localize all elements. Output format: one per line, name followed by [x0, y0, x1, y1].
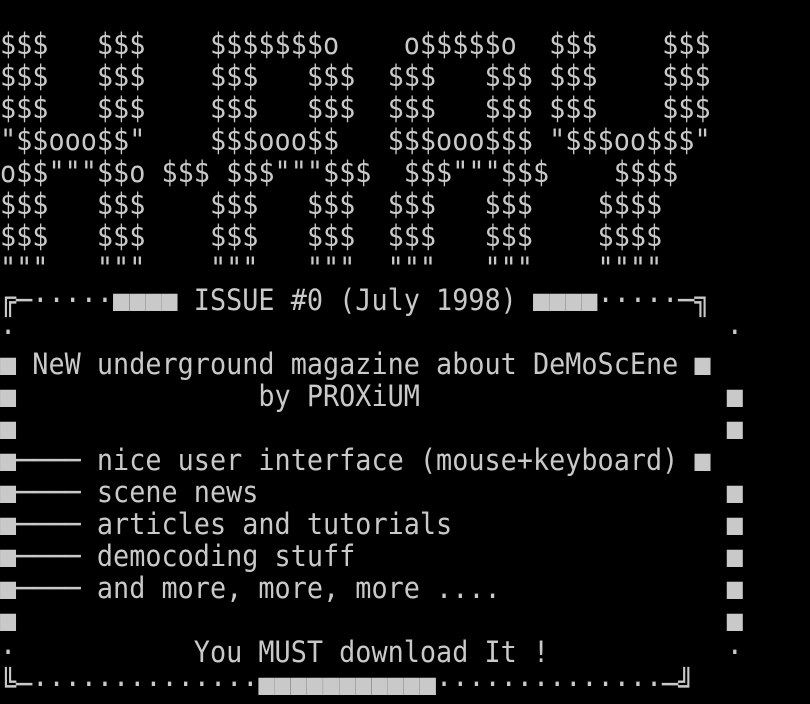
banner-line: $$$ $$$ $$$ $$$ $$$ $$$ $$$ $$$	[0, 59, 711, 93]
banner-line: $$$ $$$ $$$ $$$ $$$ $$$ $$$$	[0, 219, 663, 253]
banner-line: $$$ $$$ $$$ $$$ $$$ $$$ $$$$	[0, 187, 663, 221]
feature-item: ■──── articles and tutorials ■	[0, 507, 743, 541]
download-message: · You MUST download It ! ·	[0, 635, 743, 669]
feature-item: ■──── nice user interface (mouse+keyboar…	[0, 443, 711, 477]
feature-item: ■──── scene news ■	[0, 475, 743, 509]
dos-screen: $$$ $$$ $$$$$$$o o$$$$$o $$$ $$$ $$$ $$$…	[0, 0, 810, 704]
feature-item: ■──── democoding stuff ■	[0, 539, 743, 573]
box-row: · ·	[0, 315, 743, 349]
box-row: ■ ■	[0, 411, 743, 445]
banner-line: $$$ $$$ $$$ $$$ $$$ $$$ $$$ $$$	[0, 91, 711, 125]
byline: ■ by PROXiUM ■	[0, 379, 743, 413]
box-bottom-border: ╚─··············■■■■■■■■■■■·············…	[0, 667, 695, 701]
box-row: ■ ■	[0, 603, 743, 637]
banner-line: "$$ooo$$" $$$ooo$$ $$$ooo$$$ "$$$oo$$$"	[0, 123, 711, 157]
box-top-border: ╔─·····■■■■ ISSUE #0 (July 1998) ■■■■···…	[0, 283, 711, 317]
banner-line: $$$ $$$ $$$$$$$o o$$$$$o $$$ $$$	[0, 27, 711, 61]
banner-line: o$$"""$$o $$$ $$$"""$$$ $$$"""$$$ $$$$	[0, 155, 679, 189]
tagline: ■ NeW underground magazine about DeMoScE…	[0, 347, 711, 381]
banner-line: """ """ """ """ """ """ """"	[0, 251, 663, 285]
feature-item: ■──── and more, more, more .... ■	[0, 571, 743, 605]
